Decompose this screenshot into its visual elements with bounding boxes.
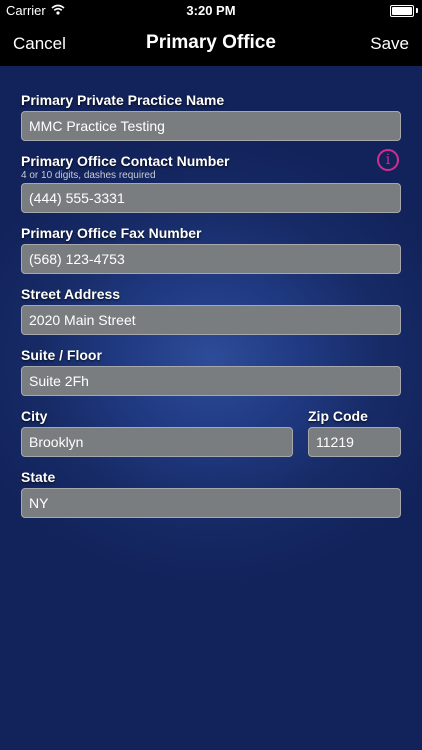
street-address-field[interactable]: 2020 Main Street	[21, 305, 401, 335]
battery-cap	[416, 8, 418, 13]
contact-number-hint: 4 or 10 digits, dashes required	[21, 170, 156, 181]
contact-number-label: Primary Office Contact Number	[21, 153, 230, 169]
navigation-bar: Cancel Primary Office Save	[0, 22, 422, 66]
save-button[interactable]: Save	[370, 34, 409, 54]
zip-code-label: Zip Code	[308, 408, 368, 424]
zip-code-field[interactable]: 11219	[308, 427, 401, 457]
suite-floor-label: Suite / Floor	[21, 347, 102, 363]
city-field[interactable]: Brooklyn	[21, 427, 293, 457]
state-field[interactable]: NY	[21, 488, 401, 518]
suite-floor-field[interactable]: Suite 2Fh	[21, 366, 401, 396]
info-icon[interactable]: i	[377, 149, 399, 171]
practice-name-field[interactable]: MMC Practice Testing	[21, 111, 401, 141]
status-time: 3:20 PM	[186, 3, 236, 18]
contact-number-field[interactable]: (444) 555-3331	[21, 183, 401, 213]
city-label: City	[21, 408, 48, 424]
page-title: Primary Office	[146, 32, 276, 53]
fax-number-label: Primary Office Fax Number	[21, 225, 202, 241]
street-address-label: Street Address	[21, 286, 121, 302]
battery-icon	[390, 5, 414, 17]
state-label: State	[21, 469, 56, 485]
status-bar: Carrier 3:20 PM	[0, 0, 422, 22]
practice-name-label: Primary Private Practice Name	[21, 92, 225, 108]
fax-number-field[interactable]: (568) 123-4753	[21, 244, 401, 274]
